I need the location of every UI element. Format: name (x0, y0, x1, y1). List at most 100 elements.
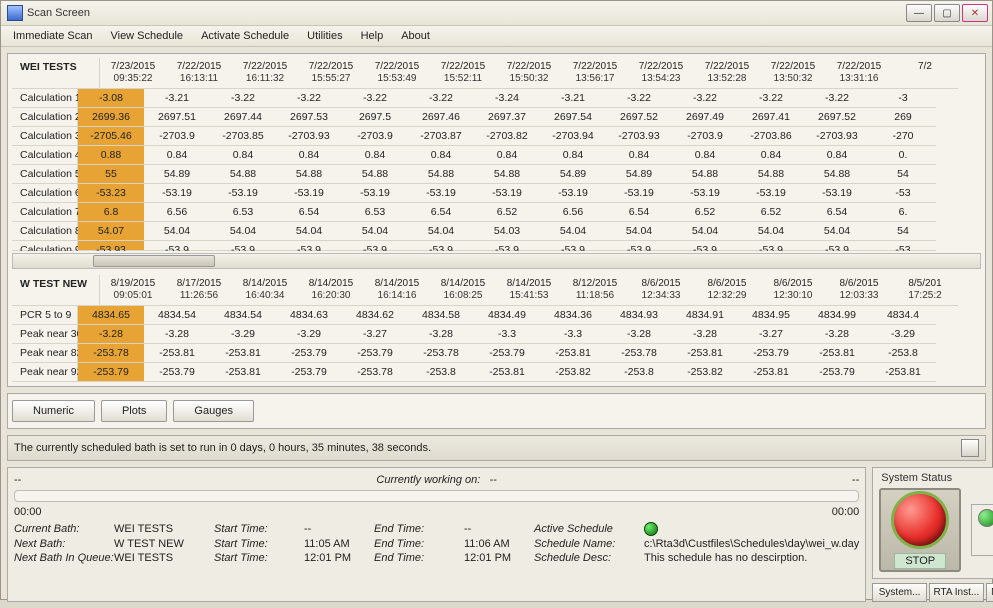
menu-immediate-scan[interactable]: Immediate Scan (5, 28, 100, 44)
cell: 6.54 (408, 203, 474, 222)
cell: -53.19 (144, 184, 210, 203)
close-button[interactable]: ✕ (962, 4, 988, 22)
column-header[interactable]: 8/12/201511:18:56 (562, 275, 628, 306)
column-header[interactable]: 7/22/201513:50:32 (760, 58, 826, 89)
view-tab-numeric[interactable]: Numeric (12, 400, 95, 422)
column-header[interactable]: 7/2 (892, 58, 958, 89)
cell: -253.78 (342, 363, 408, 382)
cell: -53.19 (804, 184, 870, 203)
menu-view-schedule[interactable]: View Schedule (102, 28, 191, 44)
cb-end-label: End Time: (374, 523, 464, 535)
view-tab-gauges[interactable]: Gauges (173, 400, 254, 422)
column-header[interactable]: 7/22/201516:11:32 (232, 58, 298, 89)
column-header[interactable]: 7/22/201515:53:49 (364, 58, 430, 89)
menu-activate-schedule[interactable]: Activate Schedule (193, 28, 297, 44)
cell: -3.3 (474, 325, 540, 344)
column-header[interactable]: 7/22/201513:31:16 (826, 58, 892, 89)
cell: 6.56 (144, 203, 210, 222)
menu-help[interactable]: Help (353, 28, 392, 44)
cell: -253.79 (276, 344, 342, 363)
menu-about[interactable]: About (393, 28, 438, 44)
system-status-box: System Status STOP Ok Error Warning (872, 467, 993, 579)
sys-tab-rtainst[interactable]: RTA Inst... (929, 583, 984, 602)
row-label: Calculation 2 (12, 108, 78, 127)
sys-tab-system[interactable]: System... (872, 583, 927, 602)
collapse-button[interactable] (961, 439, 979, 457)
cell: -253.81 (804, 344, 870, 363)
cell: 54.88 (408, 165, 474, 184)
table-row: PCR 5 to 94834.654834.544834.544834.6348… (12, 306, 981, 325)
stop-button[interactable]: STOP (879, 488, 961, 572)
column-header[interactable]: 7/22/201513:54:23 (628, 58, 694, 89)
titlebar: Scan Screen — ▢ ✕ (1, 1, 992, 26)
column-header[interactable]: 8/6/201512:32:29 (694, 275, 760, 306)
cell: 6.52 (474, 203, 540, 222)
column-header[interactable]: 7/22/201513:56:17 (562, 58, 628, 89)
cell: 0. (870, 146, 936, 165)
cell: -2705.46 (78, 127, 144, 146)
cb-start-label: Start Time: (214, 523, 304, 535)
cell: 4834.91 (672, 306, 738, 325)
sys-tab-mainten[interactable]: Mainten... (986, 583, 993, 602)
cell: -2703.93 (804, 127, 870, 146)
cell: -53.93 (78, 241, 144, 251)
column-header[interactable]: 8/14/201516:14:16 (364, 275, 430, 306)
cell: -253.79 (474, 344, 540, 363)
column-header[interactable]: 8/6/201512:30:10 (760, 275, 826, 306)
cell: -253.8 (408, 363, 474, 382)
cell: 55 (78, 165, 144, 184)
maximize-button[interactable]: ▢ (934, 4, 960, 22)
column-header[interactable]: 8/6/201512:34:33 (628, 275, 694, 306)
grid-name: W TEST NEW (12, 275, 100, 306)
progress-panel: -- Currently working on: -- -- 00:00 00:… (7, 467, 866, 602)
column-header[interactable]: 7/22/201513:52:28 (694, 58, 760, 89)
column-header[interactable]: 7/22/201515:52:11 (430, 58, 496, 89)
cell: -53.19 (474, 184, 540, 203)
schedule-name-value: c:\Rta3d\Custfiles\Schedules\day\wei_w.d… (644, 538, 859, 550)
column-header[interactable]: 8/14/201516:20:30 (298, 275, 364, 306)
next-queue-value: WEI TESTS (114, 552, 214, 564)
cell: -53.23 (78, 184, 144, 203)
column-header[interactable]: 7/22/201515:50:32 (496, 58, 562, 89)
next-bath-value: W TEST NEW (114, 538, 214, 550)
menu-utilities[interactable]: Utilities (299, 28, 350, 44)
column-header[interactable]: 8/14/201515:41:53 (496, 275, 562, 306)
cell: -2703.86 (738, 127, 804, 146)
ok-led (978, 509, 993, 527)
data-grid-1[interactable]: W TEST NEW8/19/201509:05:018/17/201511:2… (12, 275, 981, 382)
cell: -53.9 (672, 241, 738, 251)
table-row: Peak near 300-3.28-3.28-3.29-3.29-3.27-3… (12, 325, 981, 344)
cell: 2697.44 (210, 108, 276, 127)
column-header[interactable]: 8/6/201512:03:33 (826, 275, 892, 306)
data-grid-0[interactable]: WEI TESTS7/23/201509:35:227/22/201516:13… (12, 58, 981, 251)
cell: 4834.58 (408, 306, 474, 325)
cell: -53.9 (804, 241, 870, 251)
cell: -3.22 (408, 89, 474, 108)
cell: -253.79 (144, 363, 210, 382)
cell: -53.9 (408, 241, 474, 251)
column-header[interactable]: 8/19/201509:05:01 (100, 275, 166, 306)
cell: 0.84 (474, 146, 540, 165)
cell: 2697.41 (738, 108, 804, 127)
cell: 54 (870, 222, 936, 241)
cell: 54.04 (804, 222, 870, 241)
table-row: Calculation 76.86.566.536.546.536.546.52… (12, 203, 981, 222)
table-row: Peak near 920-253.79-253.79-253.81-253.7… (12, 363, 981, 382)
cell: -253.79 (738, 344, 804, 363)
cell: 4834.63 (276, 306, 342, 325)
cell: -53.9 (276, 241, 342, 251)
view-tab-plots[interactable]: Plots (101, 400, 167, 422)
cell: -253.78 (408, 344, 474, 363)
minimize-button[interactable]: — (906, 4, 932, 22)
column-header[interactable]: 8/14/201516:40:34 (232, 275, 298, 306)
column-header[interactable]: 8/17/201511:26:56 (166, 275, 232, 306)
column-header[interactable]: 7/23/201509:35:22 (100, 58, 166, 89)
column-header[interactable]: 7/22/201516:13:11 (166, 58, 232, 89)
table-row: Calculation 1-3.08-3.21-3.22-3.22-3.22-3… (12, 89, 981, 108)
horizontal-scrollbar[interactable] (12, 253, 981, 269)
column-header[interactable]: 8/14/201516:08:25 (430, 275, 496, 306)
table-row: Calculation 854.0754.0454.0454.0454.0454… (12, 222, 981, 241)
cell: 54.04 (606, 222, 672, 241)
column-header[interactable]: 8/5/20117:25:2 (892, 275, 958, 306)
column-header[interactable]: 7/22/201515:55:27 (298, 58, 364, 89)
